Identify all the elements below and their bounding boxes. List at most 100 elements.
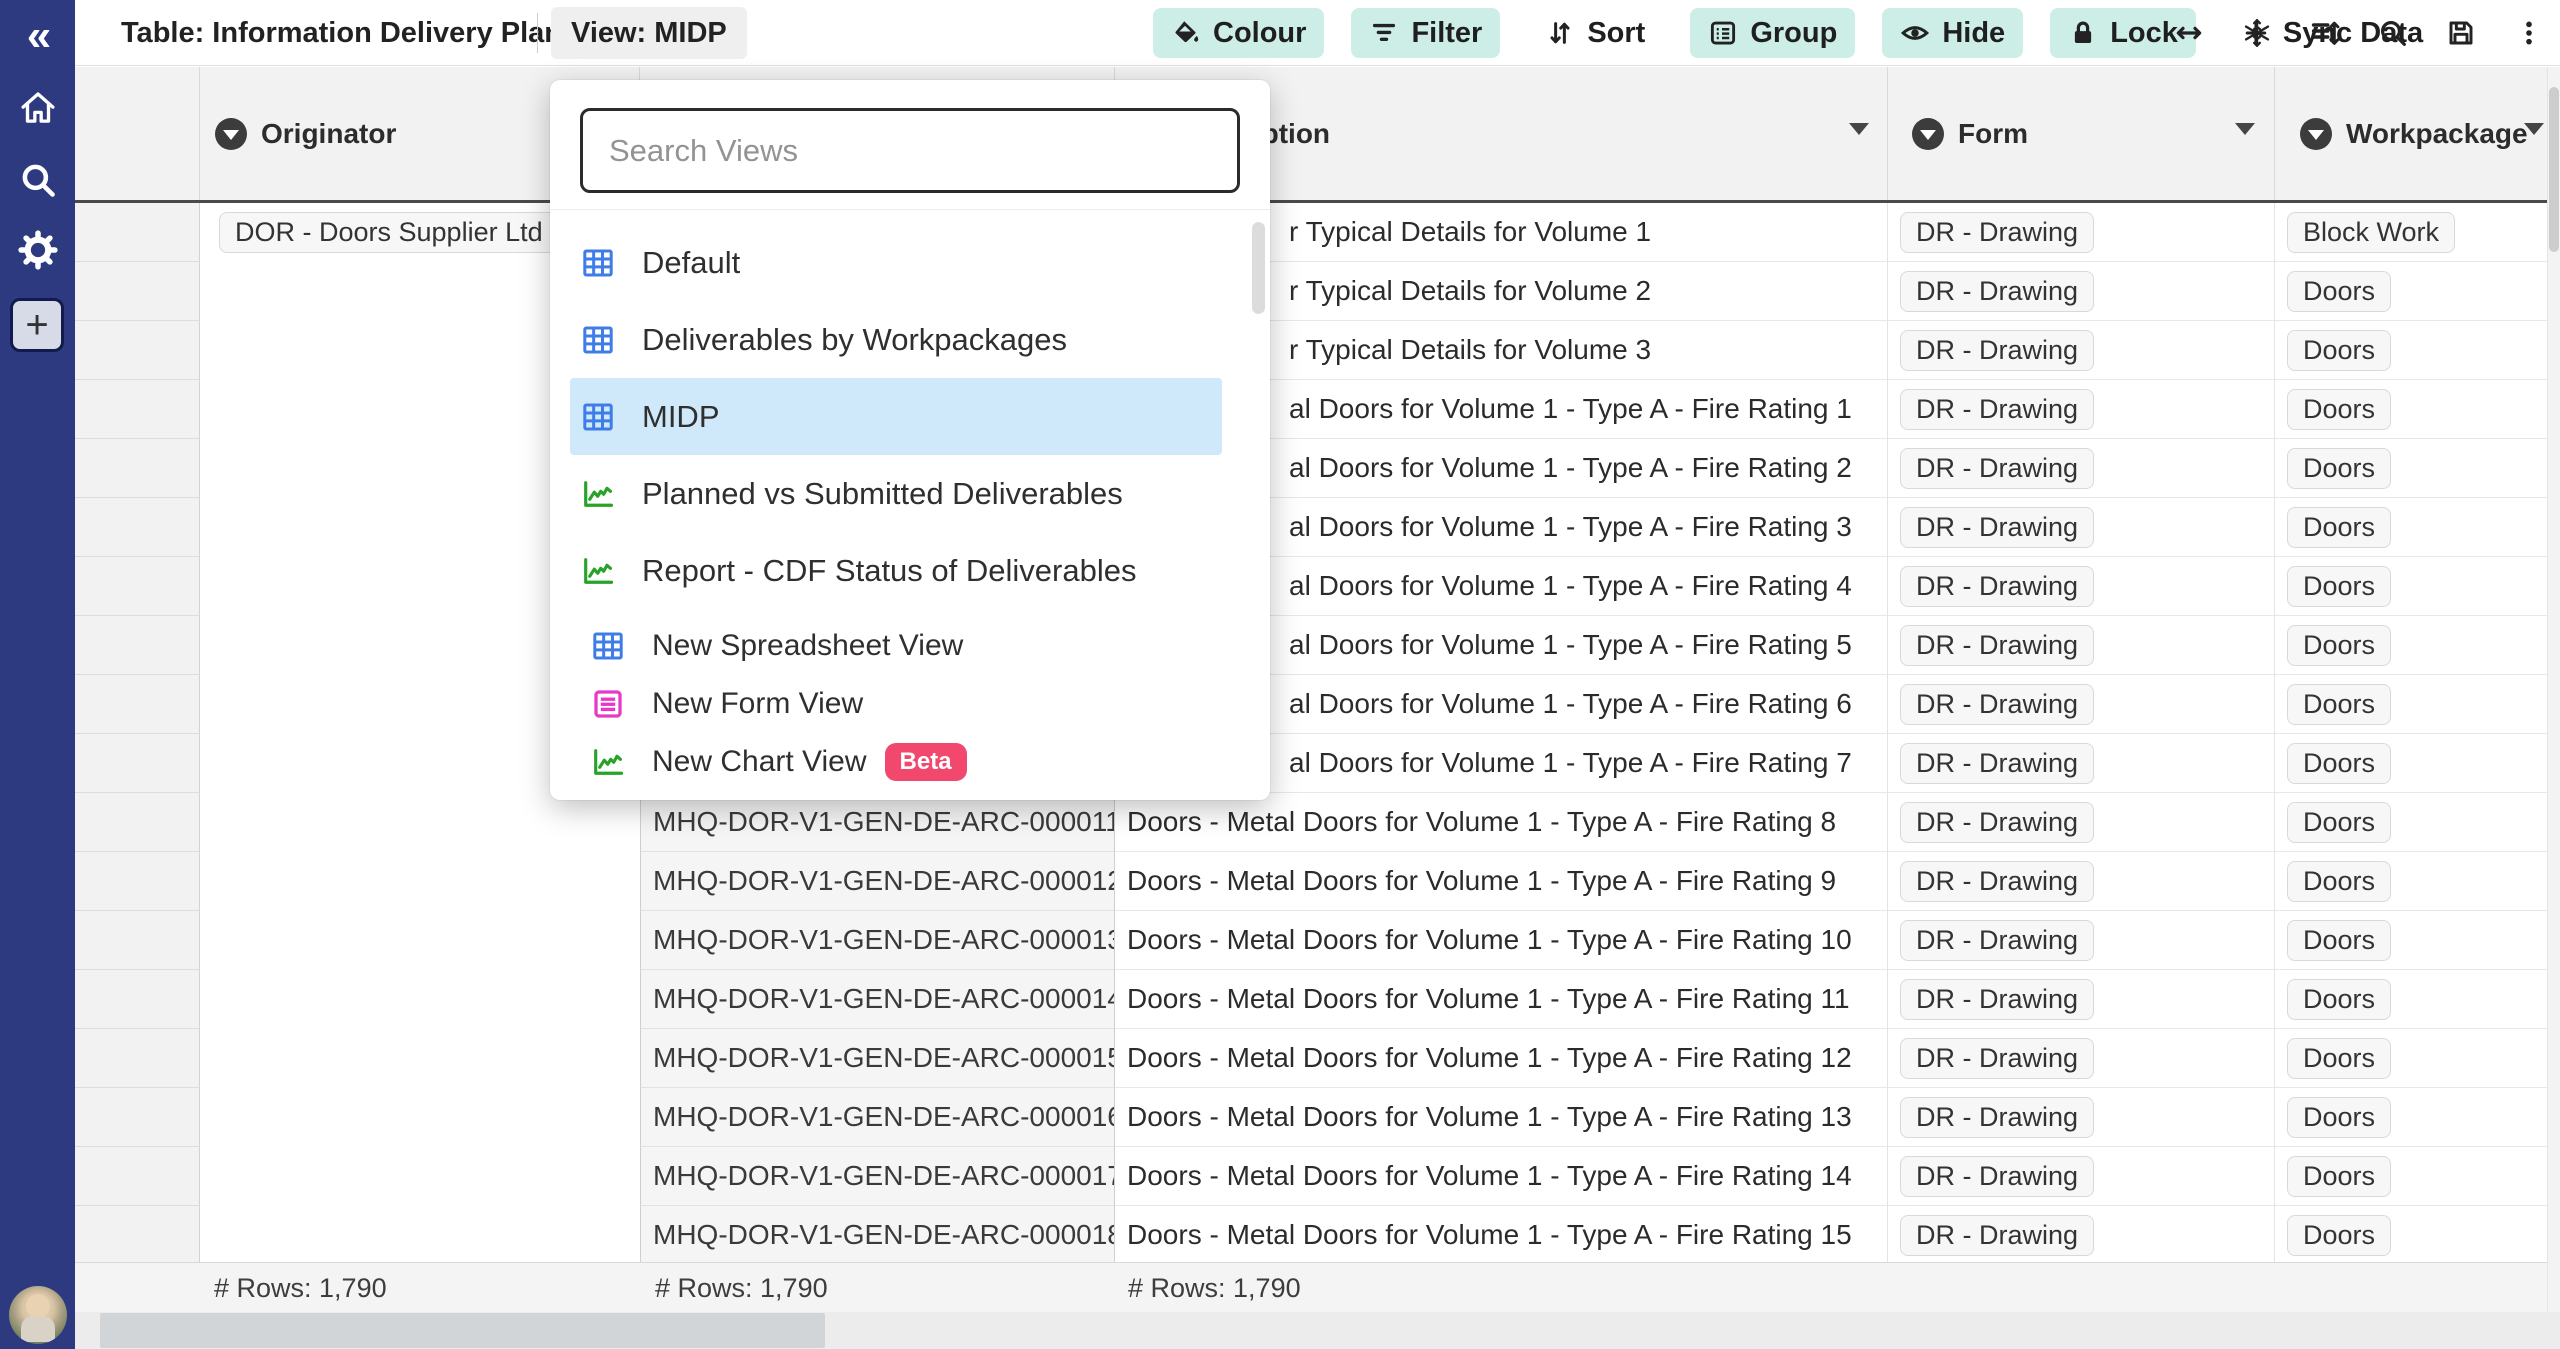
- workpackage-cell[interactable]: Doors: [2275, 616, 2547, 675]
- row-gutter-cell[interactable]: [75, 1088, 200, 1147]
- row-gutter-cell[interactable]: [75, 970, 200, 1029]
- form-cell[interactable]: DR - Drawing: [1888, 498, 2275, 557]
- row-gutter-cell[interactable]: [75, 203, 200, 262]
- description-cell[interactable]: Doors - Metal Doors for Volume 1 - Type …: [1115, 793, 1888, 852]
- originator-cell[interactable]: [200, 1147, 640, 1206]
- form-cell[interactable]: DR - Drawing: [1888, 1147, 2275, 1206]
- form-cell[interactable]: DR - Drawing: [1888, 911, 2275, 970]
- column-menu-caret[interactable]: [2524, 123, 2544, 135]
- resize-horizontal-icon[interactable]: [2173, 8, 2205, 58]
- workpackage-cell[interactable]: Doors: [2275, 852, 2547, 911]
- search-views-input[interactable]: [580, 108, 1240, 193]
- id-cell[interactable]: MHQ-DOR-V1-GEN-DE-ARC-000011: [640, 793, 1115, 852]
- row-gutter-cell[interactable]: [75, 852, 200, 911]
- row-gutter-cell[interactable]: [75, 557, 200, 616]
- id-cell[interactable]: MHQ-DOR-V1-GEN-DE-ARC-000014: [640, 970, 1115, 1029]
- form-cell[interactable]: DR - Drawing: [1888, 262, 2275, 321]
- row-gutter-cell[interactable]: [75, 793, 200, 852]
- workpackage-cell[interactable]: Doors: [2275, 1088, 2547, 1147]
- originator-cell[interactable]: [200, 793, 640, 852]
- originator-cell[interactable]: [200, 1088, 640, 1147]
- new-form-view[interactable]: New Form View: [550, 675, 1270, 733]
- row-gutter-cell[interactable]: [75, 1029, 200, 1088]
- description-cell[interactable]: Doors - Metal Doors for Volume 1 - Type …: [1115, 911, 1888, 970]
- row-height-icon[interactable]: [2309, 8, 2341, 58]
- row-gutter-cell[interactable]: [75, 675, 200, 734]
- form-cell[interactable]: DR - Drawing: [1888, 321, 2275, 380]
- view-item-planned-vs-submitted-deliverables[interactable]: Planned vs Submitted Deliverables: [570, 455, 1222, 532]
- workpackage-cell[interactable]: Block Work: [2275, 203, 2547, 262]
- row-gutter-cell[interactable]: [75, 734, 200, 793]
- workpackage-cell[interactable]: Doors: [2275, 380, 2547, 439]
- filter-button[interactable]: Filter: [1351, 8, 1500, 58]
- form-cell[interactable]: DR - Drawing: [1888, 616, 2275, 675]
- vertical-scrollbar-thumb[interactable]: [2549, 87, 2559, 252]
- form-cell[interactable]: DR - Drawing: [1888, 203, 2275, 262]
- new-spreadsheet-view[interactable]: New Spreadsheet View: [550, 617, 1270, 675]
- description-cell[interactable]: Doors - Metal Doors for Volume 1 - Type …: [1115, 852, 1888, 911]
- row-gutter-cell[interactable]: [75, 321, 200, 380]
- collapse-sidebar-icon[interactable]: «: [0, 12, 75, 60]
- id-cell[interactable]: MHQ-DOR-V1-GEN-DE-ARC-000018: [640, 1206, 1115, 1262]
- form-cell[interactable]: DR - Drawing: [1888, 1206, 2275, 1262]
- form-cell[interactable]: DR - Drawing: [1888, 793, 2275, 852]
- row-gutter-cell[interactable]: [75, 911, 200, 970]
- freeze-icon[interactable]: [2241, 8, 2273, 58]
- form-cell[interactable]: DR - Drawing: [1888, 380, 2275, 439]
- sort-button[interactable]: Sort: [1527, 8, 1663, 58]
- colour-button[interactable]: Colour: [1153, 8, 1324, 58]
- form-cell[interactable]: DR - Drawing: [1888, 1029, 2275, 1088]
- column-header-form[interactable]: Form: [1888, 67, 2275, 200]
- description-cell[interactable]: Doors - Metal Doors for Volume 1 - Type …: [1115, 1088, 1888, 1147]
- id-cell[interactable]: MHQ-DOR-V1-GEN-DE-ARC-000013: [640, 911, 1115, 970]
- description-cell[interactable]: Doors - Metal Doors for Volume 1 - Type …: [1115, 1147, 1888, 1206]
- workpackage-cell[interactable]: Doors: [2275, 1206, 2547, 1262]
- originator-cell[interactable]: [200, 1029, 640, 1088]
- save-icon[interactable]: [2445, 8, 2477, 58]
- form-cell[interactable]: DR - Drawing: [1888, 557, 2275, 616]
- id-cell[interactable]: MHQ-DOR-V1-GEN-DE-ARC-000012: [640, 852, 1115, 911]
- vertical-scrollbar[interactable]: [2547, 67, 2560, 1312]
- group-button[interactable]: Group: [1690, 8, 1855, 58]
- search-icon[interactable]: [2377, 8, 2409, 58]
- user-avatar[interactable]: [9, 1286, 67, 1344]
- view-item-report-cdf-status-of-deliverables[interactable]: Report - CDF Status of Deliverables: [570, 532, 1222, 593]
- form-cell[interactable]: DR - Drawing: [1888, 734, 2275, 793]
- description-cell[interactable]: Doors - Metal Doors for Volume 1 - Type …: [1115, 1029, 1888, 1088]
- form-cell[interactable]: DR - Drawing: [1888, 970, 2275, 1029]
- workpackage-cell[interactable]: Doors: [2275, 675, 2547, 734]
- row-gutter-cell[interactable]: [75, 1147, 200, 1206]
- description-cell[interactable]: Doors - Metal Doors for Volume 1 - Type …: [1115, 1206, 1888, 1262]
- row-gutter-cell[interactable]: [75, 262, 200, 321]
- form-cell[interactable]: DR - Drawing: [1888, 852, 2275, 911]
- workpackage-cell[interactable]: Doors: [2275, 557, 2547, 616]
- workpackage-cell[interactable]: Doors: [2275, 734, 2547, 793]
- id-cell[interactable]: MHQ-DOR-V1-GEN-DE-ARC-000016: [640, 1088, 1115, 1147]
- view-selector-button[interactable]: View: MIDP: [551, 7, 747, 59]
- view-item-midp[interactable]: MIDP: [570, 378, 1222, 455]
- workpackage-cell[interactable]: Doors: [2275, 970, 2547, 1029]
- view-list-scrollbar-thumb[interactable]: [1252, 222, 1265, 314]
- originator-cell[interactable]: [200, 970, 640, 1029]
- row-gutter-cell[interactable]: [75, 616, 200, 675]
- id-cell[interactable]: MHQ-DOR-V1-GEN-DE-ARC-000015: [640, 1029, 1115, 1088]
- form-cell[interactable]: DR - Drawing: [1888, 439, 2275, 498]
- row-gutter-cell[interactable]: [75, 1206, 200, 1262]
- workpackage-cell[interactable]: Doors: [2275, 1147, 2547, 1206]
- description-cell[interactable]: Doors - Metal Doors for Volume 1 - Type …: [1115, 970, 1888, 1029]
- originator-cell[interactable]: [200, 911, 640, 970]
- row-gutter-cell[interactable]: [75, 439, 200, 498]
- originator-cell[interactable]: [200, 1206, 640, 1262]
- column-menu-caret[interactable]: [2235, 123, 2255, 135]
- id-cell[interactable]: MHQ-DOR-V1-GEN-DE-ARC-000017: [640, 1147, 1115, 1206]
- column-header-workpackage[interactable]: Workpackage: [2275, 67, 2547, 200]
- workpackage-cell[interactable]: Doors: [2275, 321, 2547, 380]
- gear-icon[interactable]: [0, 228, 75, 272]
- workpackage-cell[interactable]: Doors: [2275, 439, 2547, 498]
- view-item-default[interactable]: Default: [570, 224, 1222, 301]
- home-icon[interactable]: [0, 86, 75, 130]
- table-title[interactable]: Table: Information Delivery Plans: [121, 0, 578, 66]
- originator-cell[interactable]: [200, 852, 640, 911]
- workpackage-cell[interactable]: Doors: [2275, 262, 2547, 321]
- row-gutter-cell[interactable]: [75, 498, 200, 557]
